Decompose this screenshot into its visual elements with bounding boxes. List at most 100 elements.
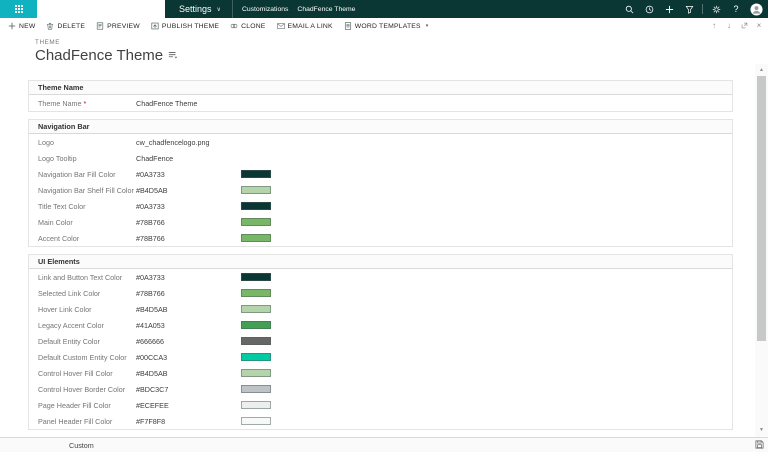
field-value[interactable]: #ECEFEE	[136, 401, 241, 410]
color-swatch[interactable]	[241, 273, 271, 281]
page-title: ChadFence Theme	[35, 47, 178, 64]
field-value[interactable]: #BDC3C7	[136, 385, 241, 394]
breadcrumb-item-customizations[interactable]: Customizations	[242, 6, 288, 13]
scroll-up-arrow-icon[interactable]: ▲	[755, 64, 768, 75]
field-value[interactable]: #78B766	[136, 218, 241, 227]
search-button[interactable]	[619, 0, 639, 18]
gear-button[interactable]	[706, 0, 726, 18]
color-swatch[interactable]	[241, 202, 271, 210]
new-button[interactable]: NEW	[8, 22, 35, 30]
field-value[interactable]: cw_chadfencelogo.png	[136, 138, 241, 147]
field-value[interactable]: #0A3733	[136, 170, 241, 179]
color-swatch[interactable]	[241, 170, 271, 178]
field-value[interactable]: #78B766	[136, 234, 241, 243]
email-icon	[276, 22, 285, 30]
help-icon: ?	[733, 4, 739, 14]
topbar-icon-group-divider	[702, 4, 703, 14]
color-swatch[interactable]	[241, 337, 271, 345]
field-label: Accent Color	[38, 233, 80, 243]
field-row-legacy-accent-color: Legacy Accent Color #41A053	[29, 317, 732, 333]
field-label: Panel Header Fill Color	[38, 416, 113, 426]
color-swatch[interactable]	[241, 234, 271, 242]
popout-icon	[741, 22, 748, 29]
color-swatch[interactable]	[241, 369, 271, 377]
help-button[interactable]: ?	[726, 0, 746, 18]
popout-button[interactable]	[739, 19, 749, 31]
email-a-link-button[interactable]: EMAIL A LINK	[276, 22, 333, 30]
color-swatch[interactable]	[241, 353, 271, 361]
add-icon	[665, 5, 674, 14]
field-row-logo-tooltip: Logo Tooltip ChadFence	[29, 150, 732, 166]
field-label: Main Color	[38, 217, 73, 227]
field-value[interactable]: #00CCA3	[136, 353, 241, 362]
section-header: UI Elements	[29, 255, 732, 269]
top-navigation-bar: Settings ∨ Customizations ChadFence Theme…	[0, 0, 768, 18]
search-icon	[625, 5, 634, 14]
record-title-text: ChadFence Theme	[35, 47, 164, 64]
color-swatch[interactable]	[241, 305, 271, 313]
scroll-down-arrow-icon[interactable]: ▼	[755, 424, 768, 435]
form-name-status: Custom	[69, 440, 94, 450]
topbar-dark-strip: Settings ∨ Customizations ChadFence Theme…	[165, 0, 768, 18]
avatar-button[interactable]	[746, 0, 766, 18]
field-row-navigation-bar-shelf-fill-color: Navigation Bar Shelf Fill Color #B4D5AB	[29, 182, 732, 198]
word-templates-button[interactable]: WORD TEMPLATES ▾	[344, 22, 429, 30]
field-value[interactable]: #666666	[136, 337, 241, 346]
field-label: Theme Name *	[38, 98, 87, 108]
form-sections: Theme Name Theme Name * ChadFence Theme Nav…	[28, 80, 733, 437]
scrollbar-thumb[interactable]	[757, 76, 766, 341]
publish-theme-label: PUBLISH THEME	[161, 22, 220, 30]
next-record-button[interactable]: ↓	[724, 19, 734, 31]
color-swatch[interactable]	[241, 218, 271, 226]
color-swatch[interactable]	[241, 321, 271, 329]
record-header: THEME ChadFence Theme	[35, 39, 178, 64]
color-swatch[interactable]	[241, 385, 271, 393]
field-value[interactable]: ChadFence	[136, 154, 241, 163]
field-row-main-color: Main Color #78B766	[29, 214, 732, 230]
clone-button[interactable]: CLONE	[230, 22, 265, 30]
form-selector-button[interactable]	[168, 51, 178, 60]
delete-button[interactable]: DELETE	[46, 22, 85, 30]
preview-button[interactable]: PREVIEW	[96, 22, 140, 30]
gear-icon	[712, 5, 721, 14]
field-value[interactable]: #F7F8F8	[136, 417, 241, 426]
vertical-scrollbar[interactable]: ▲ ▼	[755, 64, 768, 437]
recent-button[interactable]	[639, 0, 659, 18]
form-selector-icon	[168, 51, 178, 60]
filter-button[interactable]	[679, 0, 699, 18]
field-value[interactable]: #B4D5AB	[136, 305, 241, 314]
color-swatch[interactable]	[241, 186, 271, 194]
field-value[interactable]: #0A3733	[136, 202, 241, 211]
field-value[interactable]: #0A3733	[136, 273, 241, 282]
field-row-panel-header-fill-color: Panel Header Fill Color #F7F8F8	[29, 413, 732, 429]
field-row-page-header-fill-color: Page Header Fill Color #ECEFEE	[29, 397, 732, 413]
field-value[interactable]: #78B766	[136, 289, 241, 298]
section-ui-elements: UI Elements Link and Button Text Color #0A…	[28, 254, 733, 430]
add-button[interactable]	[659, 0, 679, 18]
previous-record-button[interactable]: ↑	[709, 19, 719, 31]
publish-theme-button[interactable]: PUBLISH THEME	[151, 22, 219, 30]
section-navigation-bar: Navigation Bar Logo cw_chadfencelogo.png Lo…	[28, 119, 733, 247]
trash-icon	[46, 22, 54, 30]
field-row-hover-link-color: Hover Link Color #B4D5AB	[29, 301, 732, 317]
app-launcher-button[interactable]	[0, 0, 37, 18]
section-header: Theme Name	[29, 81, 732, 95]
field-row-default-entity-color: Default Entity Color #666666	[29, 333, 732, 349]
field-value[interactable]: #B4D5AB	[136, 369, 241, 378]
field-value[interactable]: #41A053	[136, 321, 241, 330]
field-value[interactable]: #B4D5AB	[136, 186, 241, 195]
previous-record-icon: ↑	[712, 20, 716, 30]
field-row-control-hover-border-color: Control Hover Border Color #BDC3C7	[29, 381, 732, 397]
color-swatch[interactable]	[241, 289, 271, 297]
breadcrumb-item-chadfence-theme[interactable]: ChadFence Theme	[297, 6, 355, 13]
save-button[interactable]	[755, 440, 764, 449]
color-swatch[interactable]	[241, 417, 271, 425]
form-window-controls: ↑ ↓ ×	[709, 19, 764, 31]
next-record-icon: ↓	[727, 20, 731, 30]
close-button[interactable]: ×	[754, 19, 764, 31]
field-value[interactable]: ChadFence Theme	[136, 99, 241, 108]
settings-menu[interactable]: Settings ∨	[165, 0, 232, 18]
color-swatch[interactable]	[241, 401, 271, 409]
chevron-down-icon: ∨	[216, 6, 221, 13]
field-label: Control Hover Fill Color	[38, 368, 113, 378]
